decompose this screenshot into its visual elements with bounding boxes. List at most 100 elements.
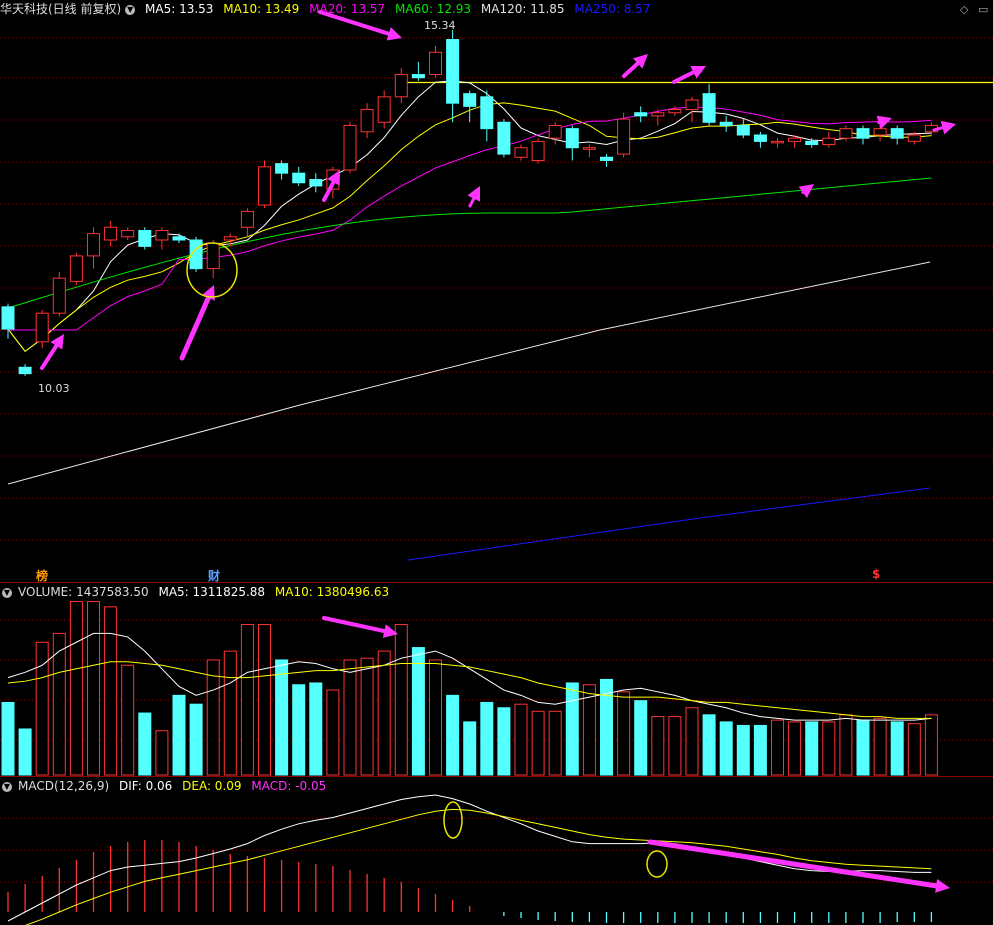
volume-bar (822, 721, 836, 776)
volume-bar (890, 721, 904, 776)
volume-bar (788, 721, 802, 776)
stock-chart[interactable] (0, 0, 993, 925)
volume-bar (805, 721, 819, 776)
annotation-arrow (622, 61, 640, 78)
volume-bar (839, 714, 853, 776)
ma120-line (7, 261, 931, 485)
candle-body (429, 51, 442, 76)
volume-ma5-line (7, 632, 932, 721)
candle-body (651, 112, 665, 117)
candle-body (805, 140, 819, 146)
candle-body (69, 255, 83, 282)
volume-bar (138, 712, 152, 776)
candle-body (753, 134, 767, 142)
volume-bar (240, 624, 254, 776)
volume-bar (121, 664, 135, 776)
volume-bar (1, 701, 15, 776)
volume-bar (87, 601, 100, 776)
candle-body (223, 236, 237, 241)
candle-body (463, 93, 477, 107)
volume-bar (343, 659, 357, 776)
volume-bar (924, 714, 938, 776)
candle-body (582, 147, 596, 150)
candle-body (890, 128, 904, 139)
volume-bar (651, 716, 665, 776)
ma250-line (407, 487, 931, 561)
candle-body (35, 312, 49, 343)
volume-bar (873, 717, 887, 776)
annotation-arrow (672, 70, 696, 84)
candlesticks (1, 30, 938, 376)
annotation-arrow (40, 343, 59, 370)
candle-body (788, 137, 802, 142)
candle-body (155, 229, 169, 241)
annotation-arrow (179, 295, 211, 361)
volume-bar (771, 719, 784, 776)
candle-body (839, 128, 853, 139)
volume-bar (907, 723, 921, 776)
annotation-arrow-head (935, 878, 950, 893)
candle-body (600, 156, 613, 161)
candle-body (18, 366, 32, 375)
volume-bar (702, 714, 716, 776)
candle-body (206, 242, 220, 270)
candle-body (617, 118, 631, 155)
volume-bar (753, 724, 767, 776)
candle-body (394, 74, 408, 98)
volume-bar (292, 684, 306, 776)
candle-body (685, 99, 699, 111)
annotation-arrow-head (386, 27, 402, 41)
volume-bar (856, 719, 870, 776)
candle-body (497, 121, 511, 155)
volume-bar (668, 716, 682, 776)
candle-body (292, 172, 306, 184)
volume-bar (497, 707, 511, 776)
volume-bar (69, 601, 83, 776)
candle-body (446, 39, 460, 104)
volume-bars (1, 601, 938, 776)
volume-bar (18, 728, 32, 776)
candle-body (856, 128, 870, 139)
candle-body (480, 96, 494, 130)
volume-bar (104, 606, 118, 776)
candle-body (719, 121, 733, 126)
annotation-arrow (647, 839, 939, 889)
volume-bar (463, 721, 477, 776)
volume-bar (411, 647, 425, 776)
volume-bar (446, 694, 460, 776)
volume-bar (309, 682, 323, 776)
volume-bar (736, 724, 750, 776)
candle-body (548, 124, 562, 139)
candle-body (565, 128, 579, 149)
candle-body (121, 229, 135, 238)
candle-body (634, 112, 648, 117)
volume-bar (634, 700, 648, 776)
annotation-arrow (322, 616, 387, 634)
candle-body (275, 163, 289, 174)
annotation-circle (646, 850, 668, 878)
volume-bar (429, 659, 442, 776)
volume-bar (514, 703, 528, 776)
volume-bar (719, 721, 733, 776)
candle-body (702, 93, 716, 123)
candle-body (736, 124, 750, 136)
volume-bar (617, 691, 631, 776)
volume-bar (565, 682, 579, 776)
volume-bar (223, 650, 237, 776)
volume-bar (685, 707, 699, 776)
candle-body (360, 109, 374, 133)
volume-bar (275, 659, 289, 776)
candle-body (309, 179, 323, 187)
candle-body (258, 166, 271, 206)
annotation-arrow-head (798, 184, 814, 198)
volume-bar (548, 710, 562, 776)
candle-body (771, 140, 784, 144)
volume-bar (480, 701, 494, 776)
candle-body (411, 74, 425, 79)
volume-bar (360, 657, 374, 776)
candle-body (668, 109, 682, 114)
macd-panel (7, 794, 933, 925)
annotation-arrow-head (940, 120, 956, 135)
volume-ma10-line (7, 661, 932, 719)
volume-bar (394, 624, 408, 776)
